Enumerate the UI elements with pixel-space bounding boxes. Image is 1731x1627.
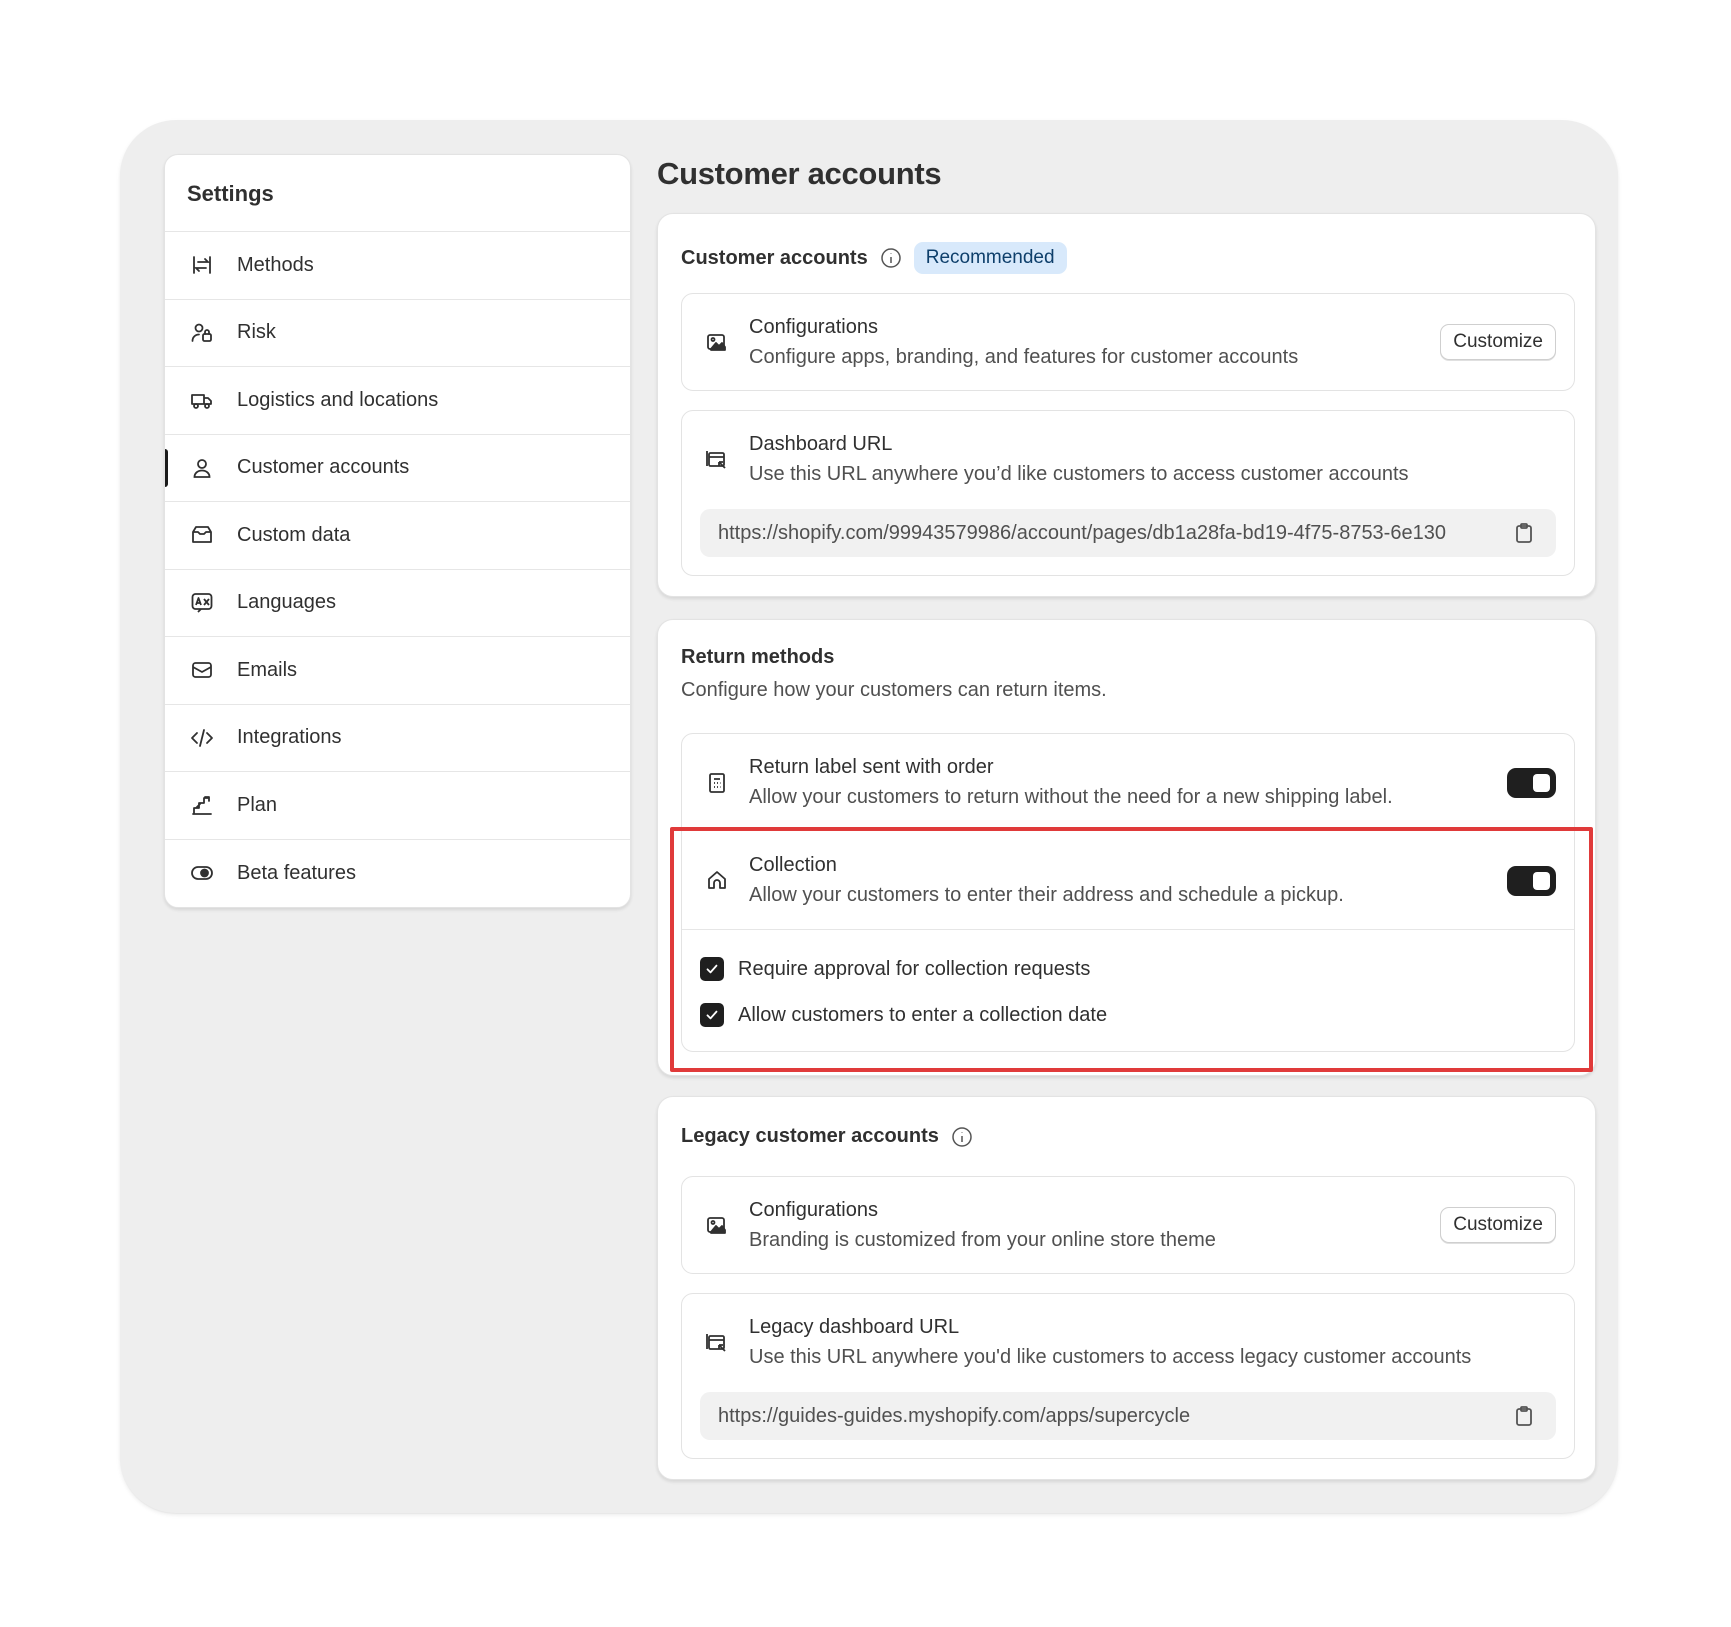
legacy-dashboard-url-field[interactable]: https://guides-guides.myshopify.com/apps…: [700, 1392, 1556, 1440]
custom-data-icon: [189, 522, 215, 548]
sidebar-item-beta-features[interactable]: Beta features: [165, 840, 630, 908]
image-icon: [704, 330, 730, 356]
info-icon[interactable]: [880, 247, 902, 269]
toggle-icon: [189, 860, 215, 886]
sidebar-item-customer-accounts[interactable]: Customer accounts: [165, 435, 630, 502]
dashboard-url-field[interactable]: https://shopify.com/99943579986/account/…: [700, 509, 1556, 557]
clipboard-icon[interactable]: [1512, 521, 1536, 545]
email-icon: [189, 657, 215, 683]
row-description: Use this URL anywhere you'd like custome…: [749, 1346, 1472, 1368]
truck-icon: [189, 387, 215, 413]
sidebar-item-logistics[interactable]: Logistics and locations: [165, 367, 630, 435]
url-text: https://guides-guides.myshopify.com/apps…: [718, 1404, 1191, 1427]
code-icon: [189, 725, 215, 751]
sidebar-item-label: Integrations: [237, 726, 342, 749]
url-text: https://shopify.com/99943579986/account/…: [718, 521, 1446, 544]
plan-icon: [189, 792, 215, 818]
card-heading: Legacy customer accounts: [681, 1125, 973, 1148]
browser-icon: [704, 447, 730, 473]
card-heading-text: Legacy customer accounts: [681, 1125, 939, 1147]
sidebar-item-plan[interactable]: Plan: [165, 772, 630, 840]
image-icon: [704, 1213, 730, 1239]
row-description: Allow your customers to return without t…: [749, 786, 1393, 808]
sidebar-item-emails[interactable]: Emails: [165, 637, 630, 705]
card-heading-text: Customer accounts: [681, 246, 868, 269]
risk-icon: [189, 320, 215, 346]
sidebar-item-label: Risk: [237, 321, 276, 344]
sidebar-title: Settings: [165, 155, 630, 232]
configurations-row: Configurations Configure apps, branding,…: [681, 293, 1575, 391]
row-title: Dashboard URL: [749, 433, 893, 455]
sidebar-item-label: Languages: [237, 591, 336, 614]
sidebar-item-integrations[interactable]: Integrations: [165, 705, 630, 772]
sidebar-item-label: Methods: [237, 253, 314, 276]
info-icon[interactable]: [951, 1126, 973, 1148]
card-description: Configure how your customers can return …: [681, 679, 1107, 701]
legacy-configurations-row: Configurations Branding is customized fr…: [681, 1176, 1575, 1274]
collection-highlight-box: [670, 827, 1593, 1072]
page-title: Customer accounts: [657, 156, 942, 191]
settings-sidebar: Settings Methods Risk Logistics and loca…: [164, 154, 631, 908]
receipt-icon: [704, 770, 730, 796]
row-description: Branding is customized from your online …: [749, 1229, 1216, 1251]
browser-icon: [704, 1330, 730, 1356]
row-title: Legacy dashboard URL: [749, 1316, 960, 1338]
recommended-badge: Recommended: [913, 242, 1067, 274]
customize-button[interactable]: Customize: [1440, 324, 1556, 360]
row-title: Configurations: [749, 1199, 878, 1221]
methods-icon: [189, 252, 215, 278]
sidebar-item-methods[interactable]: Methods: [165, 232, 630, 300]
return-label-toggle[interactable]: [1507, 768, 1556, 798]
sidebar-item-label: Beta features: [237, 861, 356, 884]
legacy-dashboard-url-row: Legacy dashboard URL Use this URL anywhe…: [681, 1293, 1575, 1459]
dashboard-url-row: Dashboard URL Use this URL anywhere you’…: [681, 410, 1575, 576]
row-description: Configure apps, branding, and features f…: [749, 346, 1299, 368]
sidebar-item-label: Custom data: [237, 523, 351, 546]
sidebar-item-label: Plan: [237, 793, 278, 816]
sidebar-item-risk[interactable]: Risk: [165, 300, 630, 367]
row-title: Configurations: [749, 316, 878, 338]
legacy-customer-accounts-card: Legacy customer accounts Configurations …: [657, 1096, 1596, 1480]
clipboard-icon[interactable]: [1512, 1404, 1536, 1428]
customize-button[interactable]: Customize: [1440, 1207, 1556, 1243]
language-icon: [189, 590, 215, 616]
card-heading: Customer accounts Recommended: [681, 242, 1067, 274]
sidebar-item-label: Customer accounts: [237, 456, 410, 479]
sidebar-item-languages[interactable]: Languages: [165, 570, 630, 637]
row-description: Use this URL anywhere you’d like custome…: [749, 463, 1409, 485]
sidebar-item-custom-data[interactable]: Custom data: [165, 502, 630, 570]
card-heading: Return methods: [681, 646, 835, 668]
person-icon: [189, 455, 215, 481]
row-title: Return label sent with order: [749, 756, 994, 778]
sidebar-item-label: Emails: [237, 658, 298, 681]
customer-accounts-card: Customer accounts Recommended Configurat…: [657, 213, 1596, 597]
sidebar-item-label: Logistics and locations: [237, 388, 439, 411]
